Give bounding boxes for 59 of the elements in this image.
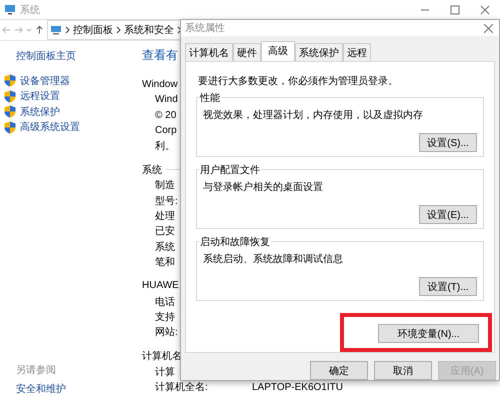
page-heading: 查看有 [142, 47, 178, 64]
see-also-heading: 另请参阅 [15, 364, 57, 377]
notice-text: 要进行大多数更改，你必须作为管理员登录。 [198, 74, 399, 88]
shield-icon [4, 105, 16, 118]
sidebar-link[interactable]: 远程设置 [20, 89, 60, 104]
group-title: 用户配置文件 [199, 163, 261, 177]
settings-button[interactable]: 设置(E)... [419, 205, 477, 224]
info-label: 系统 [155, 240, 175, 254]
dialog-button[interactable]: 取消 [374, 361, 432, 380]
computer-icon [50, 25, 62, 35]
info-label: 电话 [155, 296, 175, 309]
info-label: 利。 [155, 140, 175, 153]
section-title: 系统 [142, 164, 162, 177]
info-label: 计算机全名: [155, 380, 208, 394]
info-label: 制造 [155, 178, 175, 192]
tab[interactable]: 硬件 [233, 43, 261, 61]
info-label: 处理 [155, 210, 175, 224]
dialog-title: 系统属性 [185, 22, 225, 35]
group-title: 性能 [199, 91, 221, 105]
environment-variables-button[interactable]: 环境变量(N)... [378, 324, 479, 343]
computer-icon [4, 4, 16, 15]
up-icon[interactable] [35, 25, 44, 35]
shield-icon [4, 120, 16, 134]
sidebar-link[interactable]: 控制面板主页 [4, 49, 142, 63]
close-icon[interactable] [484, 24, 493, 32]
settings-button[interactable]: 设置(T)... [419, 277, 477, 296]
chevron-icon [116, 26, 121, 34]
shield-icon [4, 90, 16, 103]
sidebar-link[interactable]: 设备管理器 [20, 74, 70, 88]
dialog-button[interactable]: 确定 [310, 361, 368, 380]
tab[interactable]: 高级 [261, 41, 295, 61]
section-title: Window [142, 78, 178, 90]
window-title: 系统 [20, 4, 40, 16]
info-label: 网站: [155, 326, 178, 340]
sidebar-link[interactable]: 系统保护 [20, 104, 60, 119]
info-label: 已安 [155, 224, 175, 238]
tab[interactable]: 远程 [343, 43, 371, 61]
tab[interactable]: 系统保护 [295, 43, 343, 61]
info-value: LAPTOP-EK6O1ITU [252, 382, 343, 393]
info-label: 计算 [155, 366, 175, 379]
info-label: 笔和 [155, 256, 175, 270]
tab[interactable]: 计算机名 [185, 43, 233, 61]
group-description: 系统启动、系统故障和调试信息 [203, 252, 344, 266]
group-description: 视觉效果，处理器计划，内存使用，以及虚拟内存 [203, 108, 424, 122]
shield-icon [4, 74, 16, 88]
sidebar-link[interactable]: 高级系统设置 [20, 120, 80, 134]
info-label: 型号: [155, 194, 178, 208]
group-title: 启动和故障恢复 [199, 235, 271, 249]
see-also-link[interactable]: 安全和维护 [4, 382, 142, 396]
settings-button[interactable]: 设置(S)... [419, 133, 477, 152]
breadcrumb[interactable]: 控制面板 [73, 23, 113, 37]
info-label: Corp [155, 124, 177, 136]
info-label: 支持 [155, 310, 175, 324]
info-label: Wind [155, 94, 178, 106]
breadcrumb[interactable]: 系统和安全 [124, 23, 174, 37]
section-title: HUAWE [142, 280, 179, 292]
group-description: 与登录帐户相关的桌面设置 [203, 180, 324, 194]
chevron-icon [65, 26, 70, 34]
info-label: © 20 [155, 110, 176, 121]
